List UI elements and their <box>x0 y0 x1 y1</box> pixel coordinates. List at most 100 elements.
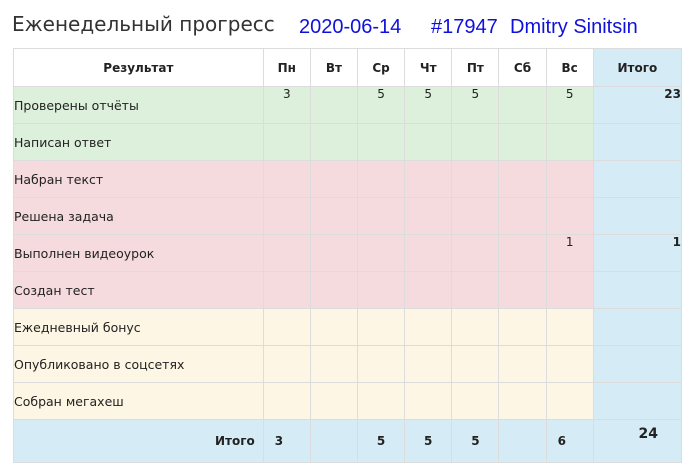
cell-wed: 5 <box>357 86 406 124</box>
row-total <box>592 382 683 420</box>
cell-tue <box>309 345 359 383</box>
row-total <box>592 308 683 346</box>
cell-sun <box>545 382 594 420</box>
cell-wed <box>357 123 406 161</box>
cell-sat <box>498 86 547 124</box>
column-header-total: Итого <box>592 48 683 87</box>
cell-fri <box>451 234 500 272</box>
row-total: 1 <box>592 234 683 272</box>
row-label: Написан ответ <box>13 123 264 161</box>
cell-sun <box>545 160 594 198</box>
total-mon: 3 <box>262 419 311 463</box>
cell-thu <box>404 123 453 161</box>
cell-tue <box>309 86 359 124</box>
cell-mon <box>262 123 311 161</box>
cell-thu <box>404 308 453 346</box>
cell-sat <box>498 160 547 198</box>
row-label: Проверены отчёты <box>13 86 264 124</box>
row-label: Опубликовано в соцсетях <box>13 345 264 383</box>
cell-fri <box>451 160 500 198</box>
cell-mon <box>262 345 311 383</box>
row-label: Выполнен видеоурок <box>13 234 264 272</box>
user-id: #17947 <box>431 16 498 38</box>
cell-thu <box>404 271 453 309</box>
total-wed: 5 <box>357 419 406 463</box>
cell-sat <box>498 123 547 161</box>
cell-tue <box>309 308 359 346</box>
column-header-mon: Пн <box>262 48 311 87</box>
cell-tue <box>309 123 359 161</box>
cell-sat <box>498 271 547 309</box>
cell-sat <box>498 308 547 346</box>
row-total <box>592 197 683 235</box>
total-tue <box>309 419 359 463</box>
cell-wed <box>357 271 406 309</box>
row-total <box>592 345 683 383</box>
column-header-fri: Пт <box>451 48 500 87</box>
table-row: Написан ответ <box>13 123 683 161</box>
table-header-row: Результат Пн Вт Ср Чт Пт Сб Вс Итого <box>13 48 683 87</box>
cell-sun <box>545 271 594 309</box>
totals-label: Итого <box>13 419 264 463</box>
total-sun: 6 <box>545 419 594 463</box>
table-row: Проверены отчёты 3 5 5 5 5 23 <box>13 86 683 124</box>
table-row: Ежедневный бонус <box>13 308 683 346</box>
cell-mon: 3 <box>262 86 311 124</box>
page-title: Еженедельный прогресс <box>12 12 275 36</box>
row-total <box>592 123 683 161</box>
column-header-result: Результат <box>13 48 264 87</box>
weekly-progress-table: Результат Пн Вт Ср Чт Пт Сб Вс Итого Про… <box>13 48 683 463</box>
cell-sat <box>498 234 547 272</box>
cell-sun: 1 <box>545 234 594 272</box>
cell-wed <box>357 345 406 383</box>
cell-thu <box>404 160 453 198</box>
cell-mon <box>262 382 311 420</box>
table-row: Собран мегахеш <box>13 382 683 420</box>
cell-sun: 5 <box>545 86 594 124</box>
table-row: Создан тест <box>13 271 683 309</box>
cell-sun <box>545 308 594 346</box>
cell-fri: 5 <box>451 86 500 124</box>
cell-mon <box>262 234 311 272</box>
cell-tue <box>309 271 359 309</box>
table-row: Набран текст <box>13 160 683 198</box>
column-header-sat: Сб <box>498 48 547 87</box>
cell-sun <box>545 197 594 235</box>
cell-tue <box>309 234 359 272</box>
cell-wed <box>357 308 406 346</box>
cell-sat <box>498 197 547 235</box>
cell-tue <box>309 160 359 198</box>
cell-thu <box>404 382 453 420</box>
cell-wed <box>357 234 406 272</box>
page-header: Еженедельный прогресс 2020-06-14 #17947 … <box>0 0 690 48</box>
cell-fri <box>451 123 500 161</box>
report-date: 2020-06-14 <box>299 16 402 38</box>
cell-fri <box>451 308 500 346</box>
row-total <box>592 160 683 198</box>
cell-fri <box>451 345 500 383</box>
table-row: Опубликовано в соцсетях <box>13 345 683 383</box>
total-sat <box>498 419 547 463</box>
cell-tue <box>309 382 359 420</box>
cell-wed <box>357 197 406 235</box>
row-label: Ежедневный бонус <box>13 308 264 346</box>
cell-wed <box>357 382 406 420</box>
cell-mon <box>262 197 311 235</box>
grand-total: 24 <box>592 419 683 463</box>
cell-fri <box>451 382 500 420</box>
cell-sun <box>545 123 594 161</box>
row-total: 23 <box>592 86 683 124</box>
table-row: Решена задача <box>13 197 683 235</box>
row-label: Решена задача <box>13 197 264 235</box>
total-thu: 5 <box>404 419 453 463</box>
cell-tue <box>309 197 359 235</box>
total-fri: 5 <box>451 419 500 463</box>
column-header-tue: Вт <box>309 48 359 87</box>
row-total <box>592 271 683 309</box>
column-header-thu: Чт <box>404 48 453 87</box>
cell-mon <box>262 271 311 309</box>
cell-fri <box>451 197 500 235</box>
row-label: Создан тест <box>13 271 264 309</box>
cell-mon <box>262 308 311 346</box>
row-label: Набран текст <box>13 160 264 198</box>
